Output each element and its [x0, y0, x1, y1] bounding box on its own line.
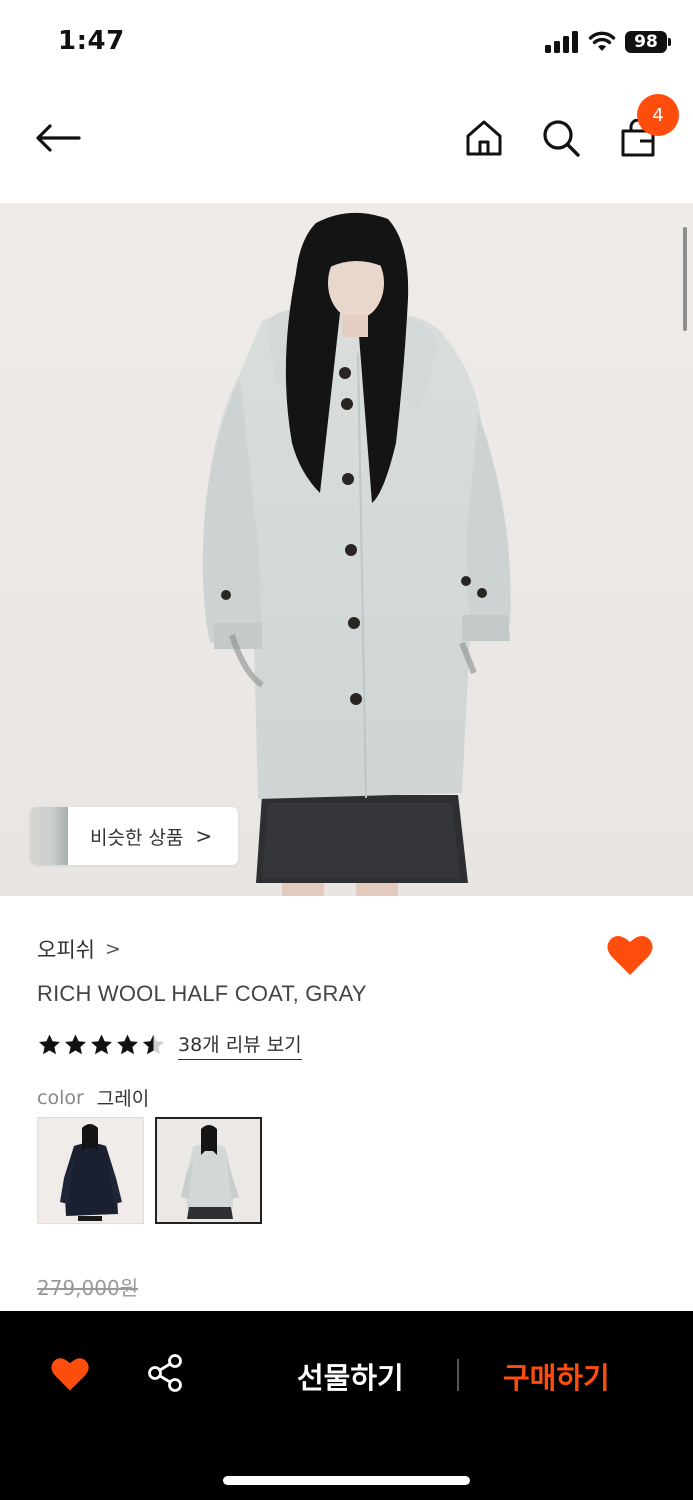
color-value: 그레이: [96, 1088, 150, 1110]
back-arrow-icon: [36, 124, 81, 152]
divider: [457, 1359, 459, 1391]
star-rating: [37, 1033, 166, 1057]
status-bar: 1:47 98: [0, 0, 693, 80]
chevron-right-icon: >: [104, 938, 121, 960]
half-star-icon: [143, 1034, 164, 1055]
battery-icon: 98: [625, 31, 671, 53]
share-icon: [148, 1354, 182, 1392]
reviews-link[interactable]: 38개 리뷰 보기: [178, 1030, 302, 1060]
similar-products-button[interactable]: 비슷한 상품 >: [30, 807, 238, 865]
similar-products-label: 비슷한 상품: [90, 826, 184, 849]
share-button[interactable]: [146, 1353, 184, 1393]
product-title: RICH WOOL HALF COAT, GRAY: [37, 981, 367, 1006]
rating-row: 38개 리뷰 보기: [37, 1030, 302, 1060]
status-icons: 98: [545, 30, 671, 54]
chevron-right-icon: >: [195, 824, 213, 848]
home-indicator: [223, 1476, 470, 1485]
gray-coat-thumbnail: [157, 1119, 260, 1222]
gift-button[interactable]: 선물하기: [297, 1355, 404, 1397]
model-photo: [202, 212, 511, 896]
color-swatch-gray[interactable]: [155, 1117, 262, 1224]
battery-level: 98: [634, 32, 658, 52]
wifi-icon: [588, 31, 616, 51]
brand-link[interactable]: 오피쉬 >: [37, 934, 121, 964]
product-hero-image[interactable]: 비슷한 상품 >: [0, 203, 693, 896]
wishlist-button[interactable]: [606, 932, 654, 978]
bottom-action-bar: 선물하기 구매하기: [0, 1311, 693, 1500]
star-icon: [91, 1034, 112, 1055]
home-button[interactable]: [460, 114, 508, 162]
status-time: 1:47: [58, 26, 125, 56]
star-icon: [65, 1034, 86, 1055]
search-button[interactable]: [537, 114, 585, 162]
home-icon: [466, 120, 502, 156]
similar-products-thumbnail: [30, 807, 68, 865]
buy-button[interactable]: 구매하기: [503, 1355, 610, 1397]
search-icon: [543, 120, 580, 157]
color-label: color: [37, 1086, 84, 1109]
color-row: color 그레이: [37, 1084, 149, 1111]
app-header: [0, 80, 693, 200]
original-price: 279,000원: [37, 1276, 139, 1300]
image-scroll-indicator: [683, 227, 687, 331]
navy-coat-thumbnail: [38, 1118, 143, 1223]
back-button[interactable]: [34, 114, 82, 162]
star-icon: [39, 1034, 60, 1055]
signal-icon: [545, 31, 578, 53]
color-swatch-navy[interactable]: [37, 1117, 144, 1224]
cart-count-badge: 4: [637, 94, 679, 136]
heart-icon: [607, 935, 653, 975]
heart-icon: [51, 1358, 89, 1391]
bottom-wishlist-button[interactable]: [50, 1355, 90, 1393]
brand-name: 오피쉬: [37, 938, 95, 962]
star-icon: [117, 1034, 138, 1055]
